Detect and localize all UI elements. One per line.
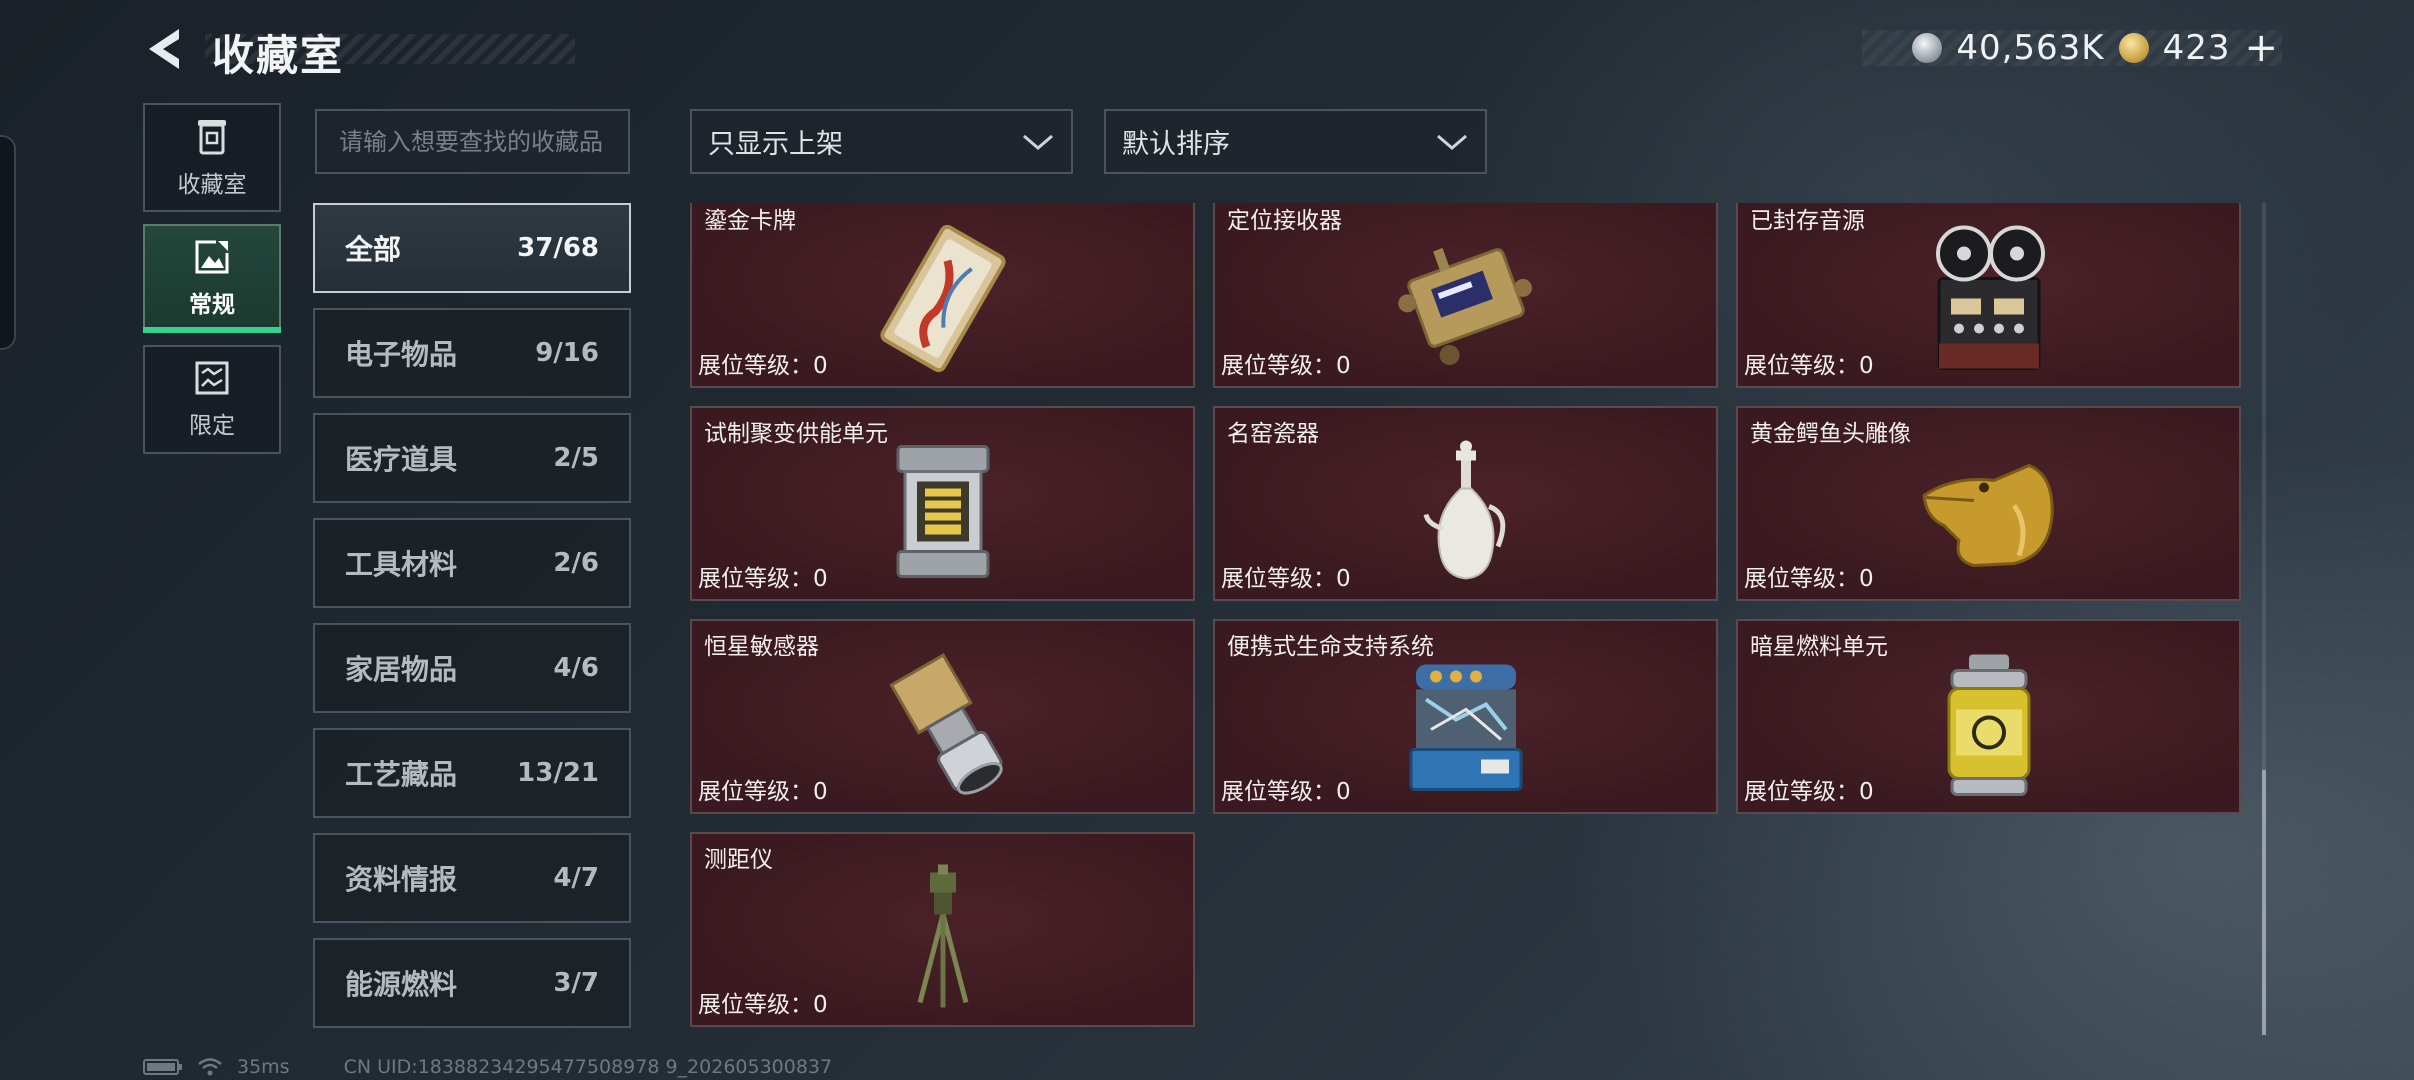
collectible-card[interactable]: 定位接收器 展位等级：0 — [1213, 203, 1718, 388]
category-label: 家居物品 — [345, 653, 458, 686]
booth-level: 展位等级：0 — [1221, 779, 1351, 805]
category-count: 3/7 — [553, 968, 599, 998]
collectible-name: 鎏金卡牌 — [704, 208, 796, 234]
back-button[interactable] — [140, 24, 188, 74]
porcelain-ewer-icon — [1423, 440, 1505, 580]
mode-label: 收藏室 — [177, 171, 247, 198]
gold-coin-icon — [2118, 33, 2149, 63]
category-household[interactable]: 家居物品 4/6 — [313, 623, 631, 713]
chevron-down-icon — [1023, 134, 1053, 150]
category-count: 4/7 — [553, 863, 599, 893]
collectible-card[interactable]: 黄金鳄鱼头雕像 展位等级：0 — [1736, 406, 2241, 601]
sort-value: 默认排序 — [1122, 129, 1230, 160]
chevron-down-icon — [1437, 134, 1467, 150]
booth-level: 展位等级：0 — [698, 566, 828, 592]
fuel-canister-icon — [1947, 654, 2030, 796]
collectible-name: 测距仪 — [704, 847, 773, 873]
collectible-card[interactable]: 鎏金卡牌 展位等级：0 — [690, 203, 1195, 388]
wifi-icon — [198, 1058, 222, 1076]
page-title: 收藏室 — [212, 31, 345, 80]
collectible-name: 暗星燃料单元 — [1750, 634, 1888, 660]
collectible-grid: 鎏金卡牌 展位等级：0 定位接收器 展位等级：0 已封存音源 展位等级：0 试制… — [690, 203, 2245, 1035]
category-crafts[interactable]: 工艺藏品 13/21 — [313, 728, 631, 818]
add-currency-button[interactable]: + — [2244, 28, 2278, 68]
battery-icon — [143, 1059, 182, 1075]
fusion-cell-icon — [896, 444, 989, 578]
category-label: 全部 — [345, 233, 402, 266]
limited-image-icon — [195, 361, 229, 394]
booth-level: 展位等级：0 — [698, 353, 828, 379]
category-label: 工具材料 — [345, 548, 458, 581]
side-pull-handle[interactable] — [0, 135, 16, 350]
search-input[interactable] — [315, 109, 630, 174]
grid-scrollbar-thumb[interactable] — [2262, 770, 2266, 1035]
gilded-card-icon — [879, 224, 1006, 372]
booth-level: 展位等级：0 — [1221, 566, 1351, 592]
category-label: 医疗道具 — [345, 443, 458, 476]
ping-text: 35ms — [237, 1056, 290, 1078]
collectible-card[interactable]: 便携式生命支持系统 展位等级：0 — [1213, 619, 1718, 814]
category-label: 工艺藏品 — [345, 758, 458, 791]
category-intel[interactable]: 资料情报 4/7 — [313, 833, 631, 923]
photo-frame-icon — [195, 238, 230, 273]
display-filter-dropdown[interactable]: 只显示上架 — [690, 109, 1073, 174]
mode-tab-collection-room[interactable]: 收藏室 — [143, 103, 281, 212]
star-sensor-icon — [888, 652, 1003, 795]
mode-label: 限定 — [189, 412, 235, 439]
category-count: 37/68 — [517, 233, 599, 263]
uid-text: CN UID:18388234295477508978 9_2026053008… — [343, 1056, 833, 1078]
category-medical[interactable]: 医疗道具 2/5 — [313, 413, 631, 503]
category-electronics[interactable]: 电子物品 9/16 — [313, 308, 631, 398]
mode-nav: 收藏室 常规 限定 — [143, 103, 281, 466]
category-count: 2/6 — [553, 548, 599, 578]
currency-secondary-value: 423 — [2162, 28, 2231, 68]
collectible-name: 便携式生命支持系统 — [1227, 634, 1434, 660]
collectible-card[interactable]: 测距仪 展位等级：0 — [690, 832, 1195, 1027]
locator-receiver-icon — [1397, 247, 1532, 365]
collectible-card[interactable]: 已封存音源 展位等级：0 — [1736, 203, 2241, 388]
category-label: 电子物品 — [345, 338, 458, 371]
collectible-name: 试制聚变供能单元 — [704, 421, 888, 447]
reel-to-reel-recorder-icon — [1935, 225, 2045, 370]
collectible-name: 黄金鳄鱼头雕像 — [1750, 421, 1911, 447]
status-footer: 35ms CN UID:18388234295477508978 9_20260… — [143, 1055, 832, 1079]
currency-primary-value: 40,563K — [1956, 28, 2105, 68]
collectible-card[interactable]: 名窑瓷器 展位等级：0 — [1213, 406, 1718, 601]
category-all[interactable]: 全部 37/68 — [313, 203, 631, 293]
sort-dropdown[interactable]: 默认排序 — [1104, 109, 1487, 174]
collectible-name: 定位接收器 — [1227, 208, 1342, 234]
collectible-card[interactable]: 暗星燃料单元 展位等级：0 — [1736, 619, 2241, 814]
trash-can-icon — [198, 119, 226, 154]
booth-level: 展位等级：0 — [1744, 353, 1874, 379]
booth-level: 展位等级：0 — [698, 779, 828, 805]
category-energy[interactable]: 能源燃料 3/7 — [313, 938, 631, 1028]
mode-label: 常规 — [189, 291, 235, 318]
mode-tab-regular[interactable]: 常规 — [143, 224, 281, 333]
golden-crocodile-statue-icon — [1921, 463, 2054, 567]
display-filter-value: 只显示上架 — [708, 129, 843, 160]
back-arrow-icon — [149, 29, 179, 69]
category-list: 全部 37/68 电子物品 9/16 医疗道具 2/5 工具材料 2/6 家居物… — [313, 203, 631, 1043]
category-count: 4/6 — [553, 653, 599, 683]
collectible-card[interactable]: 恒星敏感器 展位等级：0 — [690, 619, 1195, 814]
booth-level: 展位等级：0 — [1221, 353, 1351, 379]
booth-level: 展位等级：0 — [698, 992, 828, 1018]
collectible-name: 名窑瓷器 — [1227, 421, 1319, 447]
collectible-name: 已封存音源 — [1750, 208, 1865, 234]
category-count: 2/5 — [553, 443, 599, 473]
life-support-pack-icon — [1409, 664, 1522, 791]
category-count: 9/16 — [535, 338, 599, 368]
collectible-card[interactable]: 试制聚变供能单元 展位等级：0 — [690, 406, 1195, 601]
category-tools[interactable]: 工具材料 2/6 — [313, 518, 631, 608]
booth-level: 展位等级：0 — [1744, 566, 1874, 592]
currency-bar: 40,563K 423 + — [1862, 28, 2282, 68]
rangefinder-tripod-icon — [917, 864, 968, 1007]
category-label: 资料情报 — [345, 863, 458, 896]
mode-tab-limited[interactable]: 限定 — [143, 345, 281, 454]
booth-level: 展位等级：0 — [1744, 779, 1874, 805]
collectible-name: 恒星敏感器 — [704, 634, 819, 660]
silver-coin-icon — [1912, 33, 1943, 63]
category-label: 能源燃料 — [345, 968, 458, 1001]
category-count: 13/21 — [517, 758, 599, 788]
